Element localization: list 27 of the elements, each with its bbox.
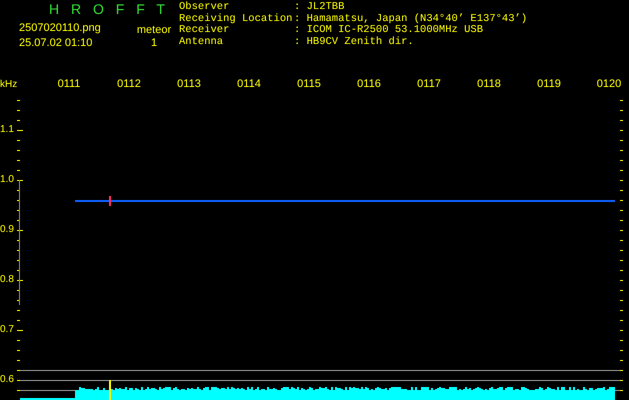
info-label: Observer <box>179 2 230 13</box>
info-value: : JL2TBB <box>294 2 346 14</box>
frequency-label: 1.0 <box>0 173 15 187</box>
frequency-label: 0.6 <box>0 373 15 387</box>
timestamp: 25.07.02 01:10 <box>19 36 94 48</box>
file-name: 2507020110.png <box>19 21 102 34</box>
time-label: 0114 <box>236 78 262 90</box>
time-label: 0112 <box>116 78 142 90</box>
info-value: : Hamamatsu, Japan (N34°40’ E137°43’) <box>294 14 528 25</box>
info-label: Receiver <box>179 25 230 36</box>
frequency-label: 0.8 <box>0 273 15 287</box>
frequency-label: 0.9 <box>0 223 15 237</box>
info-label: Receiving Location <box>179 14 294 24</box>
frequency-label: 1.1 <box>0 123 15 137</box>
time-label: 0120 <box>596 78 622 90</box>
info-label: Antenna <box>179 36 224 48</box>
time-label: 0115 <box>296 78 322 90</box>
time-label: 0118 <box>476 78 502 90</box>
info-value: : HB9CV Zenith dir. <box>294 36 415 48</box>
axis-unit: kHz <box>0 79 18 90</box>
time-label: 0119 <box>536 78 562 90</box>
frequency-label: 0.7 <box>0 323 15 337</box>
time-label: 0116 <box>356 78 382 90</box>
time-label: 0117 <box>416 78 442 90</box>
time-label: 0111 <box>56 78 82 90</box>
time-label: 0113 <box>176 78 202 90</box>
info-value: : ICOM IC-R2500 53.1000MHz USB <box>294 25 484 36</box>
